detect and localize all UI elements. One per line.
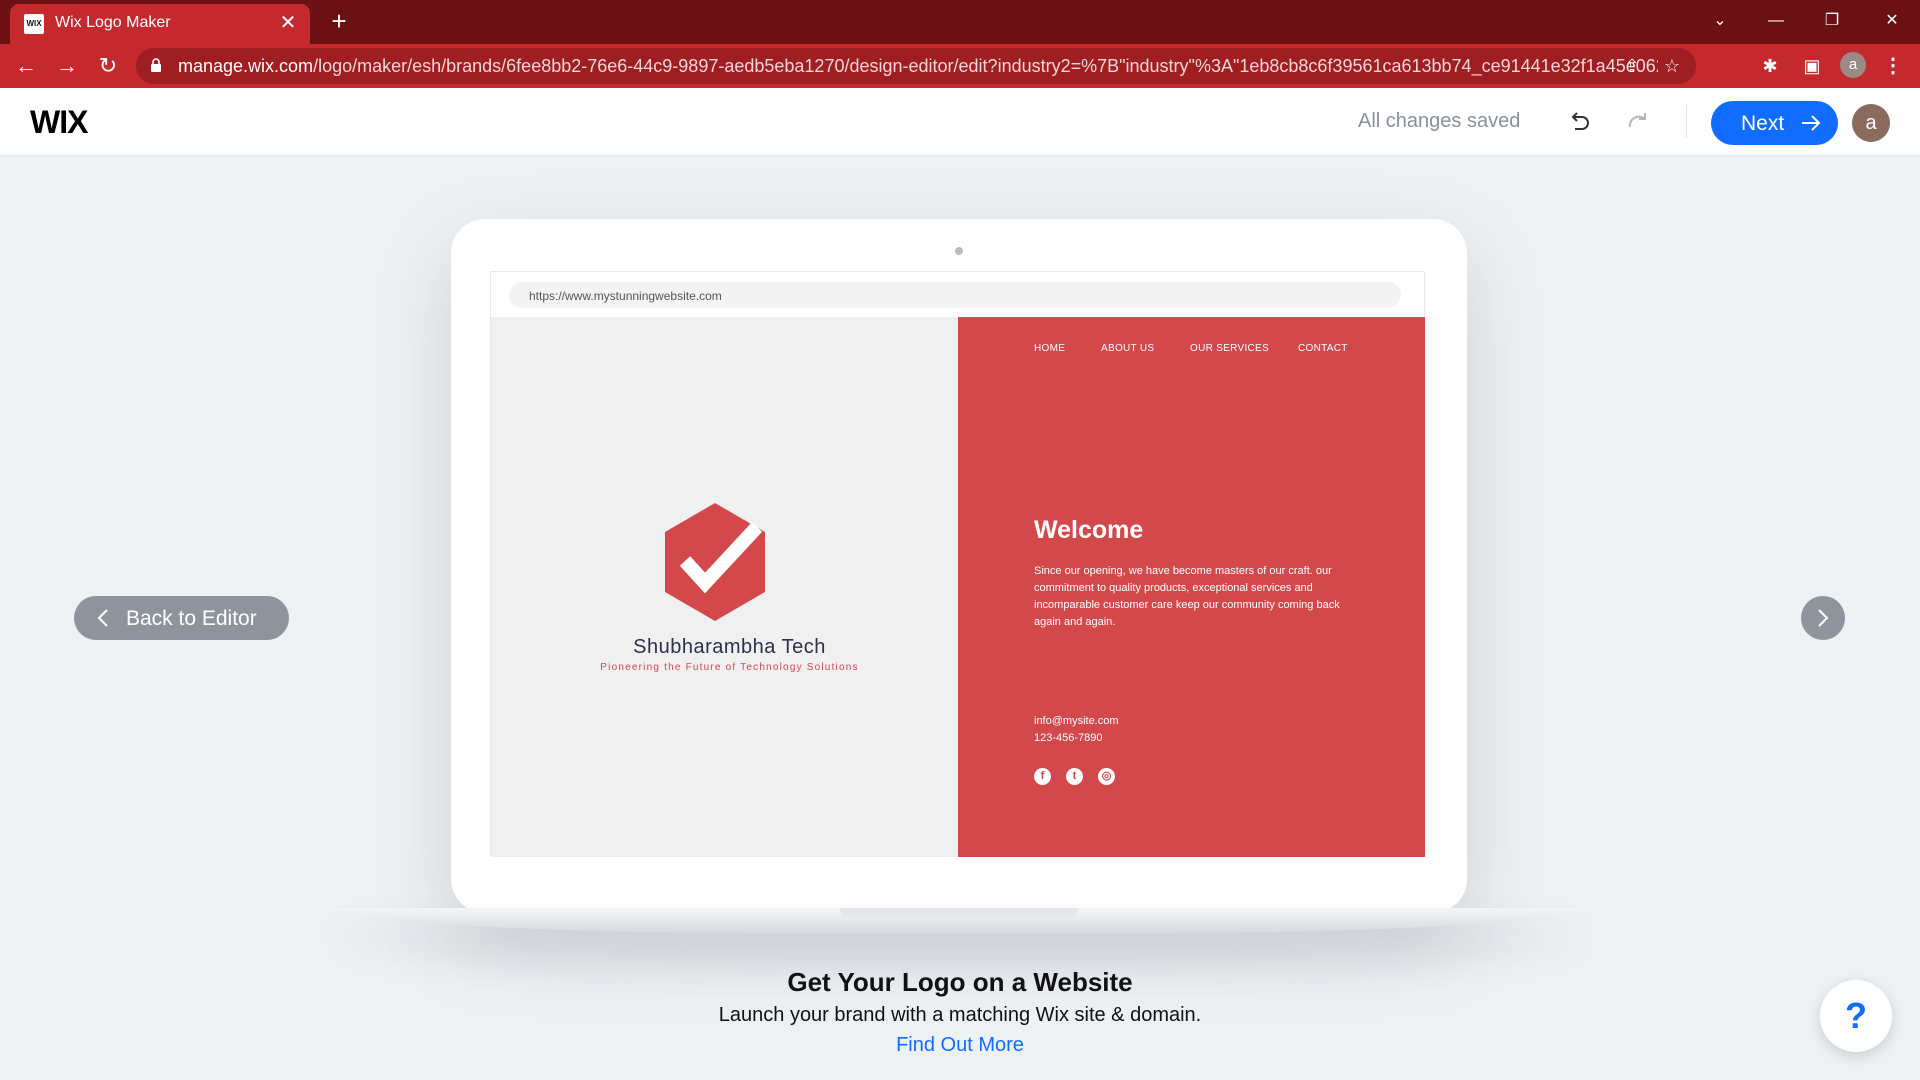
promo-title: Get Your Logo on a Website <box>787 967 1133 997</box>
promo-subtitle: Launch your brand with a matching Wix si… <box>718 1004 1202 1026</box>
close-window-icon[interactable]: ✕ <box>1870 4 1914 38</box>
url-input[interactable]: manage.wix.com/logo/maker/esh/brands/6fe… <box>136 48 1696 84</box>
wix-logo[interactable]: WIX <box>30 104 88 141</box>
website-preview: https://www.mystunningwebsite.com Shubha… <box>490 271 1425 857</box>
preview-url: https://www.mystunningwebsite.com <box>529 289 722 303</box>
next-button[interactable]: Next <box>1711 101 1838 145</box>
chevron-left-icon <box>97 609 108 627</box>
menu-icon[interactable]: ⋮ <box>1880 52 1906 80</box>
reload-icon[interactable]: ↻ <box>92 50 124 82</box>
restore-icon[interactable]: ❐ <box>1810 4 1854 38</box>
wix-favicon-icon: WIX <box>24 14 44 34</box>
browser-address-bar: ← → ↻ manage.wix.com/logo/maker/esh/bran… <box>0 44 1920 88</box>
brand-name: Shubharambha Tech <box>633 636 826 658</box>
browser-tab[interactable]: WIX Wix Logo Maker ✕ <box>10 4 310 44</box>
tab-title: Wix Logo Maker <box>55 14 171 31</box>
lock-icon <box>151 58 161 72</box>
app-header: WIX All changes saved Next a <box>0 88 1920 156</box>
laptop-notch <box>840 908 1078 917</box>
preview-welcome-title: Welcome <box>1034 516 1144 544</box>
share-icon[interactable]: ⇪ <box>1620 54 1644 78</box>
back-to-editor-label: Back to Editor <box>126 607 257 630</box>
forward-icon[interactable]: → <box>51 50 83 82</box>
save-status: All changes saved <box>1358 110 1521 132</box>
back-icon[interactable]: ← <box>10 50 42 82</box>
url-text: manage.wix.com/logo/maker/esh/brands/6fe… <box>178 56 1658 77</box>
laptop-camera <box>955 247 963 255</box>
star-icon[interactable]: ☆ <box>1660 54 1684 78</box>
redo-icon[interactable] <box>1622 106 1652 136</box>
browser-tab-bar: WIX Wix Logo Maker ✕ + ⌄ — ❐ ✕ <box>0 0 1920 44</box>
preview-email: info@mysite.com <box>1034 715 1119 727</box>
undo-icon[interactable] <box>1564 106 1594 136</box>
find-out-more-link[interactable]: Find Out More <box>0 1034 1920 1057</box>
avatar[interactable]: a <box>1852 104 1890 142</box>
profile-icon[interactable]: a <box>1840 52 1866 78</box>
brand-tagline: Pioneering the Future of Technology Solu… <box>600 662 859 673</box>
extensions-icon[interactable]: ✱ <box>1756 52 1784 80</box>
side-panel-icon[interactable]: ▣ <box>1798 52 1826 80</box>
preview-nav-services: OUR SERVICES <box>1190 343 1269 354</box>
divider <box>1686 106 1687 138</box>
chevron-right-icon <box>1818 609 1829 627</box>
preview-contact: info@mysite.com 123-456-7890 <box>1034 713 1119 747</box>
preview-nav-contact: CONTACT <box>1298 343 1348 354</box>
preview-url-bar: https://www.mystunningwebsite.com <box>509 282 1401 308</box>
preview-nav-home: HOME <box>1034 343 1066 354</box>
preview-phone: 123-456-7890 <box>1034 732 1103 744</box>
instagram-icon: ◎ <box>1098 768 1115 785</box>
tab-close-icon[interactable]: ✕ <box>276 11 300 35</box>
next-button-label: Next <box>1741 112 1785 135</box>
next-preview-button[interactable] <box>1801 596 1845 640</box>
back-to-editor-button[interactable]: Back to Editor <box>74 596 289 640</box>
find-out-more-label: Find Out More <box>896 1034 1024 1056</box>
arrow-right-icon <box>1802 115 1821 131</box>
minimize-icon[interactable]: — <box>1754 4 1798 38</box>
url-path: /logo/maker/esh/brands/6fee8bb2-76e6-44c… <box>313 56 1658 76</box>
hexagon-check-logo-icon <box>665 503 765 621</box>
facebook-icon: f <box>1034 768 1051 785</box>
preview-welcome-body: Since our opening, we have become master… <box>1034 565 1340 628</box>
new-tab-button[interactable]: + <box>324 6 354 36</box>
twitter-icon: t <box>1066 768 1083 785</box>
preview-content-panel: HOME ABOUT US OUR SERVICES CONTACT Welco… <box>958 317 1425 857</box>
preview-nav-about: ABOUT US <box>1101 343 1155 354</box>
preview-logo-panel: Shubharambha Tech Pioneering the Future … <box>491 317 958 857</box>
help-button[interactable]: ? <box>1820 980 1892 1052</box>
url-host: manage.wix.com <box>178 56 314 76</box>
tab-search-icon[interactable]: ⌄ <box>1698 4 1742 38</box>
